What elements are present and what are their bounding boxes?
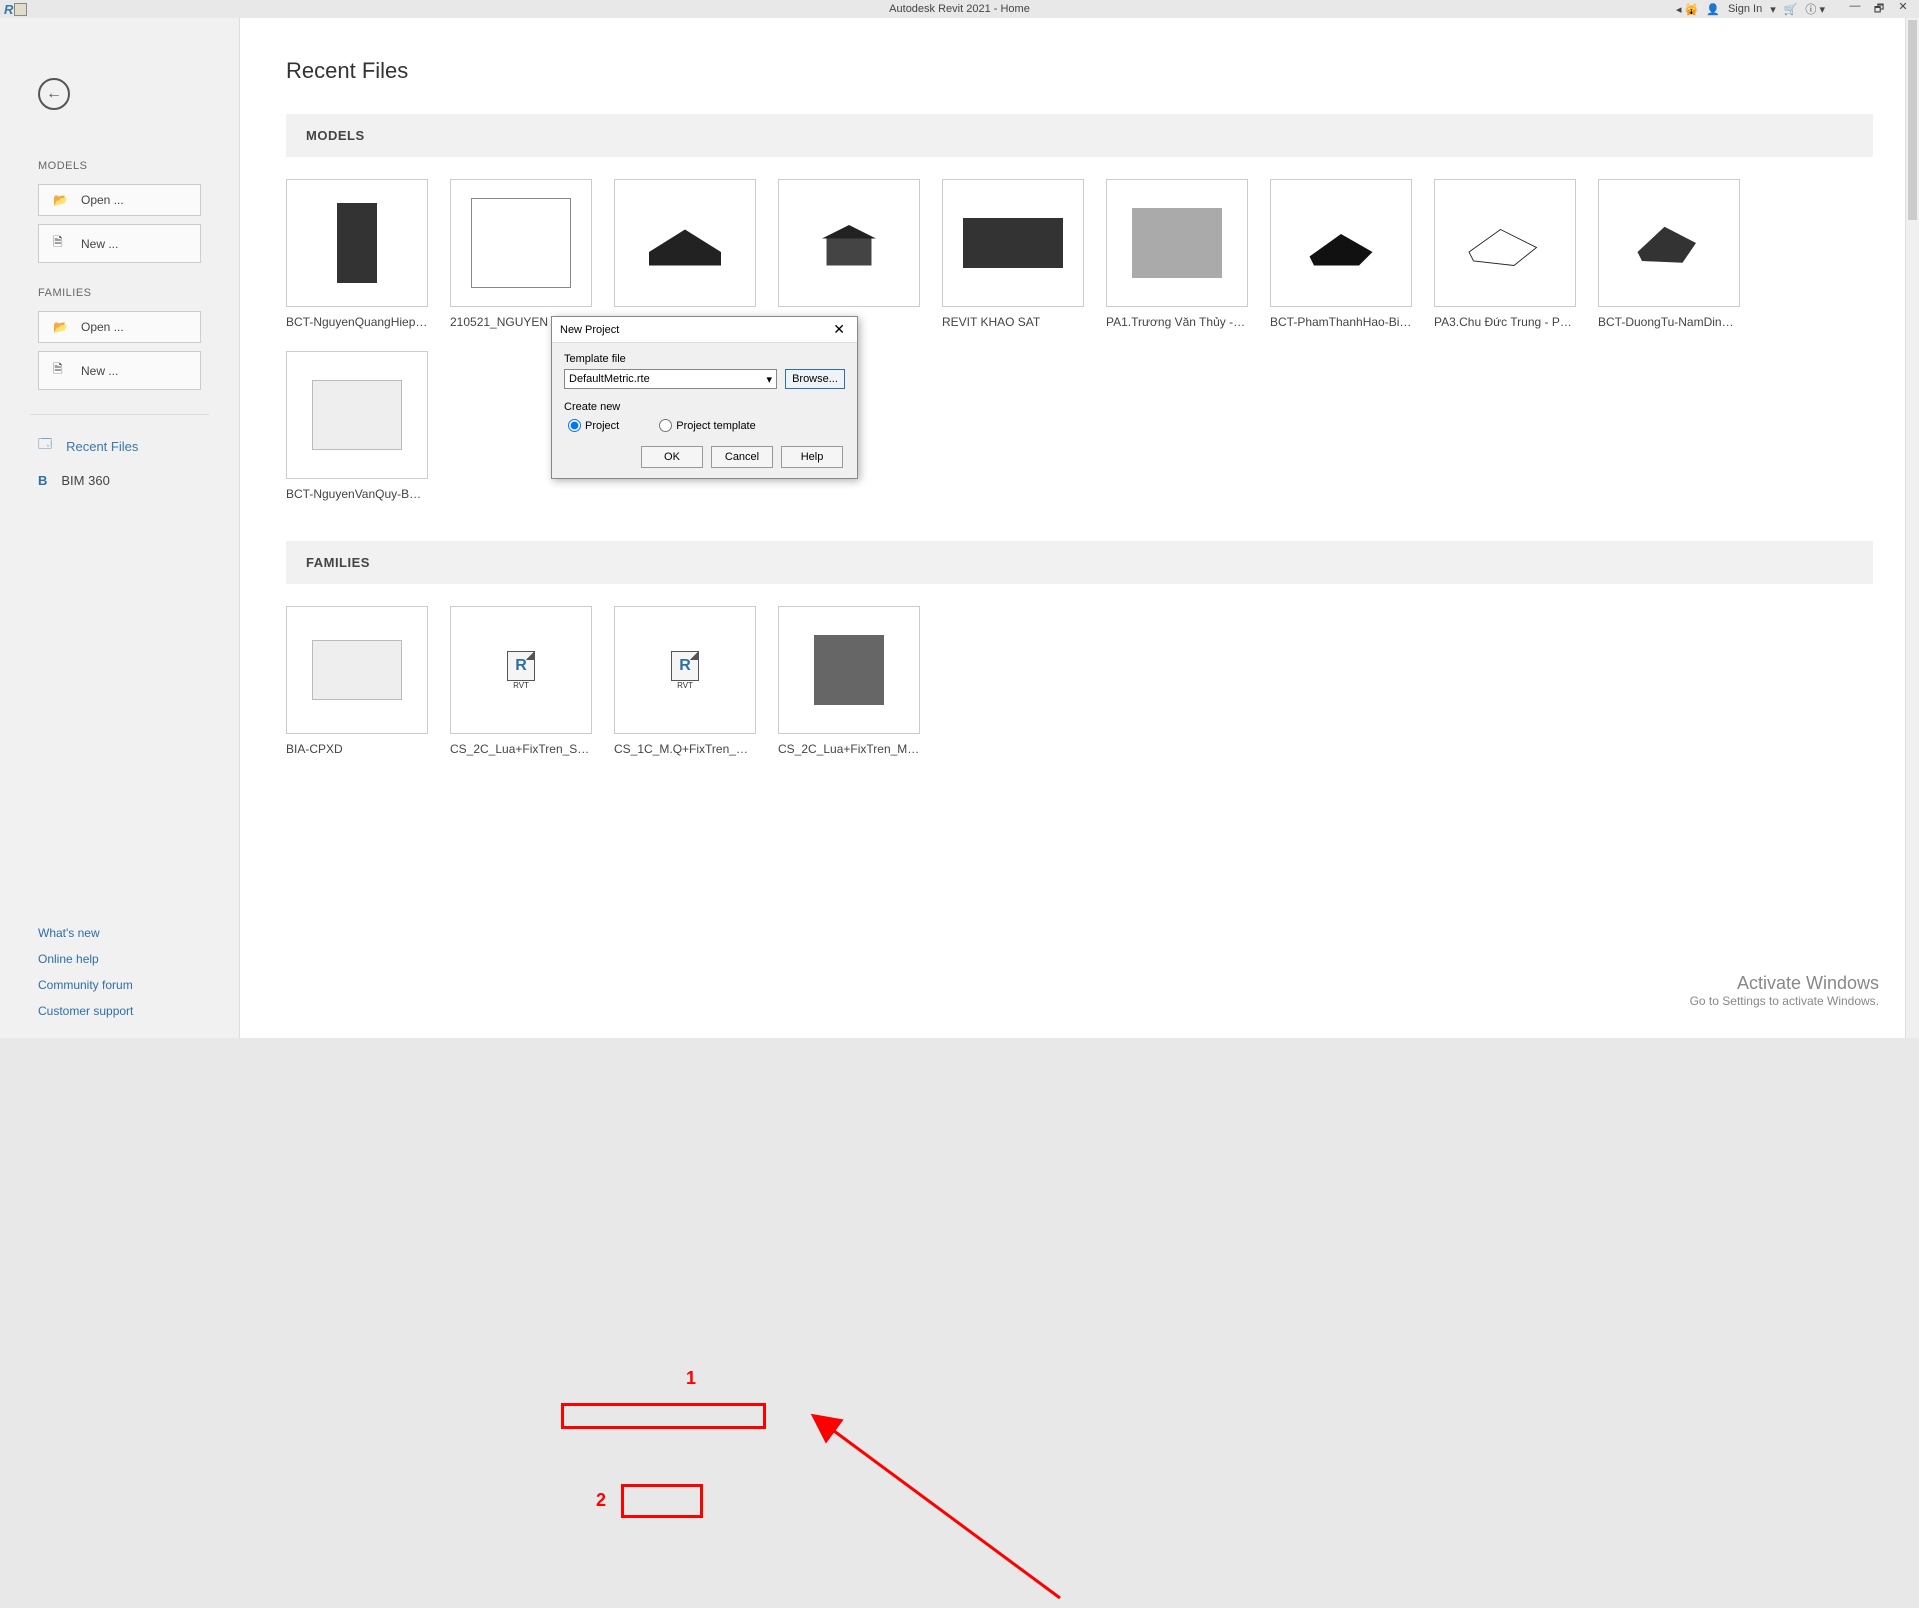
calendar-icon[interactable] [14, 3, 27, 16]
models-grid: BCT-NguyenQuangHiep-... 210521_NGUYEN ..… [286, 179, 1873, 501]
create-new-label: Create new [564, 401, 845, 413]
models-section-header: MODELS [286, 114, 1873, 157]
model-card[interactable]: REVIT KHAO SAT [942, 179, 1084, 329]
recent-icon: 🗔 [38, 435, 52, 457]
minimize-button[interactable]: — [1843, 0, 1867, 19]
restore-button[interactable]: 🗗 [1867, 0, 1891, 19]
whats-new-link[interactable]: What's new [38, 926, 239, 940]
titlebar-right: ◂ 🙀 👤 Sign In ▾ 🛒 ⓘ ▾ — 🗗 ✕ [1676, 0, 1915, 19]
family-card[interactable]: RRVTCS_2C_Lua+FixTren_SC95 [450, 606, 592, 756]
user-icon[interactable]: 👤 [1706, 3, 1720, 16]
model-card[interactable]: BCT-DuongTu-NamDinh- ... [1598, 179, 1740, 329]
folder-open-icon: 📂 [53, 193, 67, 207]
dialog-close-icon[interactable]: ✕ [829, 321, 849, 338]
folder-open-icon: 📂 [53, 320, 67, 334]
close-button[interactable]: ✕ [1891, 0, 1915, 19]
back-button[interactable] [38, 78, 70, 110]
cancel-button[interactable]: Cancel [711, 446, 773, 468]
project-radio[interactable]: Project [568, 419, 619, 432]
community-forum-link[interactable]: Community forum [38, 978, 239, 992]
autodesk-icon[interactable]: ◂ 🙀 [1676, 3, 1698, 16]
family-card[interactable]: BIA-CPXD [286, 606, 428, 756]
help-button[interactable]: Help [781, 446, 843, 468]
model-card[interactable]: ...nThuy-Hun... [778, 179, 920, 329]
file-new-icon: 🗎 [53, 233, 67, 254]
activate-windows-watermark: Activate Windows Go to Settings to activ… [1690, 973, 1879, 1008]
footer-links: What's new Online help Community forum C… [0, 926, 239, 1018]
families-label: FAMILIES [38, 287, 239, 299]
model-card[interactable]: 210521_NGUYEN [450, 179, 592, 329]
dialog-titlebar[interactable]: New Project ✕ [552, 317, 857, 343]
bim360-nav[interactable]: BBIM 360 [0, 465, 239, 496]
content-area: Recent Files MODELS BCT-NguyenQuangHiep-… [240, 18, 1919, 1038]
help-icon[interactable]: ⓘ ▾ [1805, 1, 1825, 17]
app-logo: R [4, 2, 12, 17]
sidebar-divider [30, 414, 209, 415]
family-card[interactable]: RRVTCS_1C_M.Q+FixTren_He55 [614, 606, 756, 756]
model-card[interactable]: PA3.Chu Đức Trung - Phú ... [1434, 179, 1576, 329]
families-open-button[interactable]: 📂Open ... [38, 311, 201, 343]
sign-in-chevron-icon[interactable]: ▾ [1770, 3, 1776, 16]
models-new-button[interactable]: 🗎New ... [38, 224, 201, 263]
model-card[interactable]: PA1.Trương Văn Thủy - H... [1106, 179, 1248, 329]
families-section-header: FAMILIES [286, 541, 1873, 584]
bim360-icon: B [38, 473, 47, 488]
browse-button[interactable]: Browse... [785, 369, 845, 389]
window-title: Autodesk Revit 2021 - Home [889, 3, 1030, 15]
recent-files-nav[interactable]: 🗔Recent Files [0, 427, 239, 465]
family-card[interactable]: CS_2C_Lua+FixTren_M01 [778, 606, 920, 756]
page-title: Recent Files [286, 58, 1873, 84]
title-bar: R Autodesk Revit 2021 - Home ◂ 🙀 👤 Sign … [0, 0, 1919, 18]
model-card[interactable]: BCT-PhamThanhHao-Bin... [1270, 179, 1412, 329]
families-grid: BIA-CPXD RRVTCS_2C_Lua+FixTren_SC95 RRVT… [286, 606, 1873, 756]
sign-in[interactable]: Sign In [1728, 3, 1762, 15]
chevron-down-icon: ▾ [766, 373, 772, 386]
sidebar: MODELS 📂Open ... 🗎New ... FAMILIES 📂Open… [0, 18, 240, 1038]
main-layout: MODELS 📂Open ... 🗎New ... FAMILIES 📂Open… [0, 18, 1919, 1038]
new-project-dialog: New Project ✕ Template file DefaultMetri… [551, 316, 858, 479]
model-card[interactable]: BCT-NguyenQuangHiep-... [286, 179, 428, 329]
dialog-title: New Project [560, 324, 619, 336]
models-label: MODELS [38, 160, 239, 172]
project-template-radio[interactable]: Project template [659, 419, 755, 432]
file-new-icon: 🗎 [53, 360, 67, 381]
model-card[interactable] [614, 179, 756, 329]
model-card[interactable]: BCT-NguyenVanQuy-BRV... [286, 351, 428, 501]
models-open-button[interactable]: 📂Open ... [38, 184, 201, 216]
online-help-link[interactable]: Online help [38, 952, 239, 966]
ok-button[interactable]: OK [641, 446, 703, 468]
cart-icon[interactable]: 🛒 [1784, 3, 1798, 16]
template-file-label: Template file [564, 353, 845, 365]
template-file-select[interactable]: DefaultMetric.rte ▾ [564, 369, 777, 389]
scrollbar[interactable] [1905, 18, 1919, 1038]
families-new-button[interactable]: 🗎New ... [38, 351, 201, 390]
customer-support-link[interactable]: Customer support [38, 1004, 239, 1018]
